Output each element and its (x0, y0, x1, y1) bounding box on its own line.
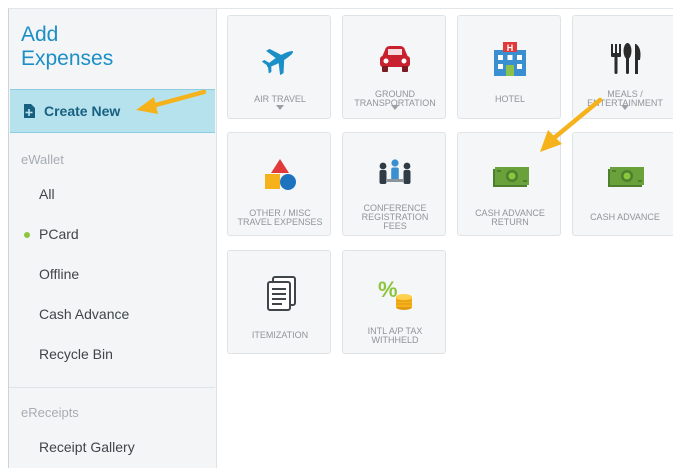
ewallet-header: eWallet (21, 152, 64, 167)
shapes-icon (265, 159, 296, 190)
tile-cash-advance[interactable]: CASH ADVANCE (572, 132, 673, 236)
sidebar-item-pcard[interactable]: PCard (9, 222, 215, 248)
active-indicator-dot (24, 232, 30, 238)
cash-icon (608, 167, 644, 187)
tile-intl-ap-tax-withheld[interactable]: % INTL A/P TAX WITHHELD (342, 250, 446, 354)
sidebar-divider (9, 387, 215, 388)
chevron-down-icon[interactable] (621, 105, 629, 110)
ereceipts-header: eReceipts (21, 405, 79, 420)
svg-text:%: % (378, 277, 398, 302)
tile-label: CONFERENCE REGISTRATION FEES (361, 203, 429, 231)
new-document-icon (24, 104, 35, 118)
sidebar-item-label: PCard (39, 226, 79, 242)
create-new-label: Create New (44, 103, 121, 119)
sidebar-item-label: All (39, 186, 55, 202)
tile-label: CASH ADVANCE (590, 212, 660, 222)
tax-coins-icon: % (378, 277, 412, 310)
tile-label: CASH ADVANCE RETURN (475, 208, 545, 227)
tile-itemization[interactable]: ITEMIZATION (227, 250, 331, 354)
expense-panel: Add Expenses Create New eWallet All PCar… (8, 8, 673, 468)
tile-label: HOTEL (494, 94, 525, 104)
sidebar-item-label: Recycle Bin (39, 346, 113, 362)
car-icon (380, 46, 410, 72)
svg-text:H: H (507, 43, 514, 53)
title-line-2: Expenses (21, 47, 114, 70)
tile-ground-transportation[interactable]: GROUND TRANSPORTATION (342, 15, 446, 119)
tile-hotel[interactable]: H HOTEL (457, 15, 561, 119)
page-title: Add Expenses (21, 23, 206, 71)
tile-other-misc-travel-expenses[interactable]: OTHER / MISC TRAVEL EXPENSES (227, 132, 331, 236)
chevron-down-icon[interactable] (391, 105, 399, 110)
sidebar-item-receipt-gallery[interactable]: Receipt Gallery (9, 435, 215, 461)
chevron-down-icon[interactable] (276, 105, 284, 110)
sidebar-item-label: Receipt Gallery (39, 439, 135, 455)
create-new-button[interactable]: Create New (10, 89, 215, 133)
sidebar-item-cash-advance[interactable]: Cash Advance (9, 302, 215, 328)
tile-label: INTL A/P TAX WITHHELD (367, 326, 423, 345)
tile-conference-registration-fees[interactable]: CONFERENCE REGISTRATION FEES (342, 132, 446, 236)
tile-label: ITEMIZATION (251, 330, 309, 340)
tile-cash-advance-return[interactable]: CASH ADVANCE RETURN (457, 132, 561, 236)
airplane-icon (261, 48, 294, 76)
tile-air-travel[interactable]: AIR TRAVEL (227, 15, 331, 119)
utensils-icon (611, 43, 641, 74)
sidebar-item-recycle-bin[interactable]: Recycle Bin (9, 342, 215, 368)
tile-meals-entertainment[interactable]: MEALS / ENTERTAINMENT (572, 15, 673, 119)
sidebar-item-label: Cash Advance (39, 306, 130, 322)
tile-label: OTHER / MISC TRAVEL EXPENSES (237, 208, 323, 227)
people-icon (379, 159, 411, 184)
tile-label: AIR TRAVEL (254, 94, 306, 104)
hotel-icon: H (494, 42, 526, 76)
cash-icon (493, 167, 529, 187)
title-line-1: Add (21, 23, 59, 46)
sidebar-item-label: Offline (39, 266, 80, 282)
sidebar-item-offline[interactable]: Offline (9, 262, 215, 288)
sidebar: Add Expenses Create New eWallet All PCar… (9, 9, 217, 468)
sidebar-item-all[interactable]: All (9, 182, 215, 208)
itemization-icon (267, 276, 296, 311)
